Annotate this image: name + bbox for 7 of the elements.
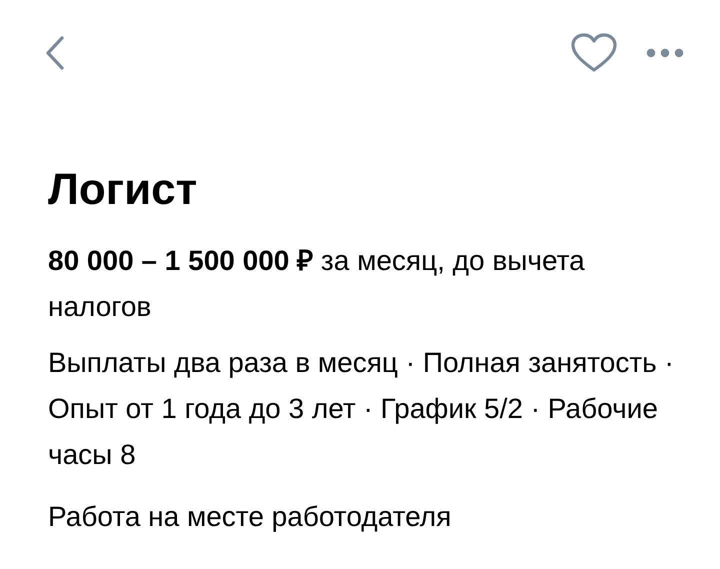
more-icon[interactable] — [646, 48, 684, 58]
job-details: Выплаты два раза в месяц · Полная занятость · Опыт от 1 года до 3 лет · График 5/2 · Рабочие часы 8 — [48, 346, 675, 472]
workplace-text: Работа на месте работодателя — [48, 500, 452, 534]
back-icon[interactable] — [44, 35, 66, 71]
job-title: Логист — [48, 164, 198, 216]
heart-icon[interactable] — [570, 33, 618, 73]
salary-text: 80 000 – 1 500 000 ₽ за месяц, до вычета налогов — [48, 244, 586, 324]
